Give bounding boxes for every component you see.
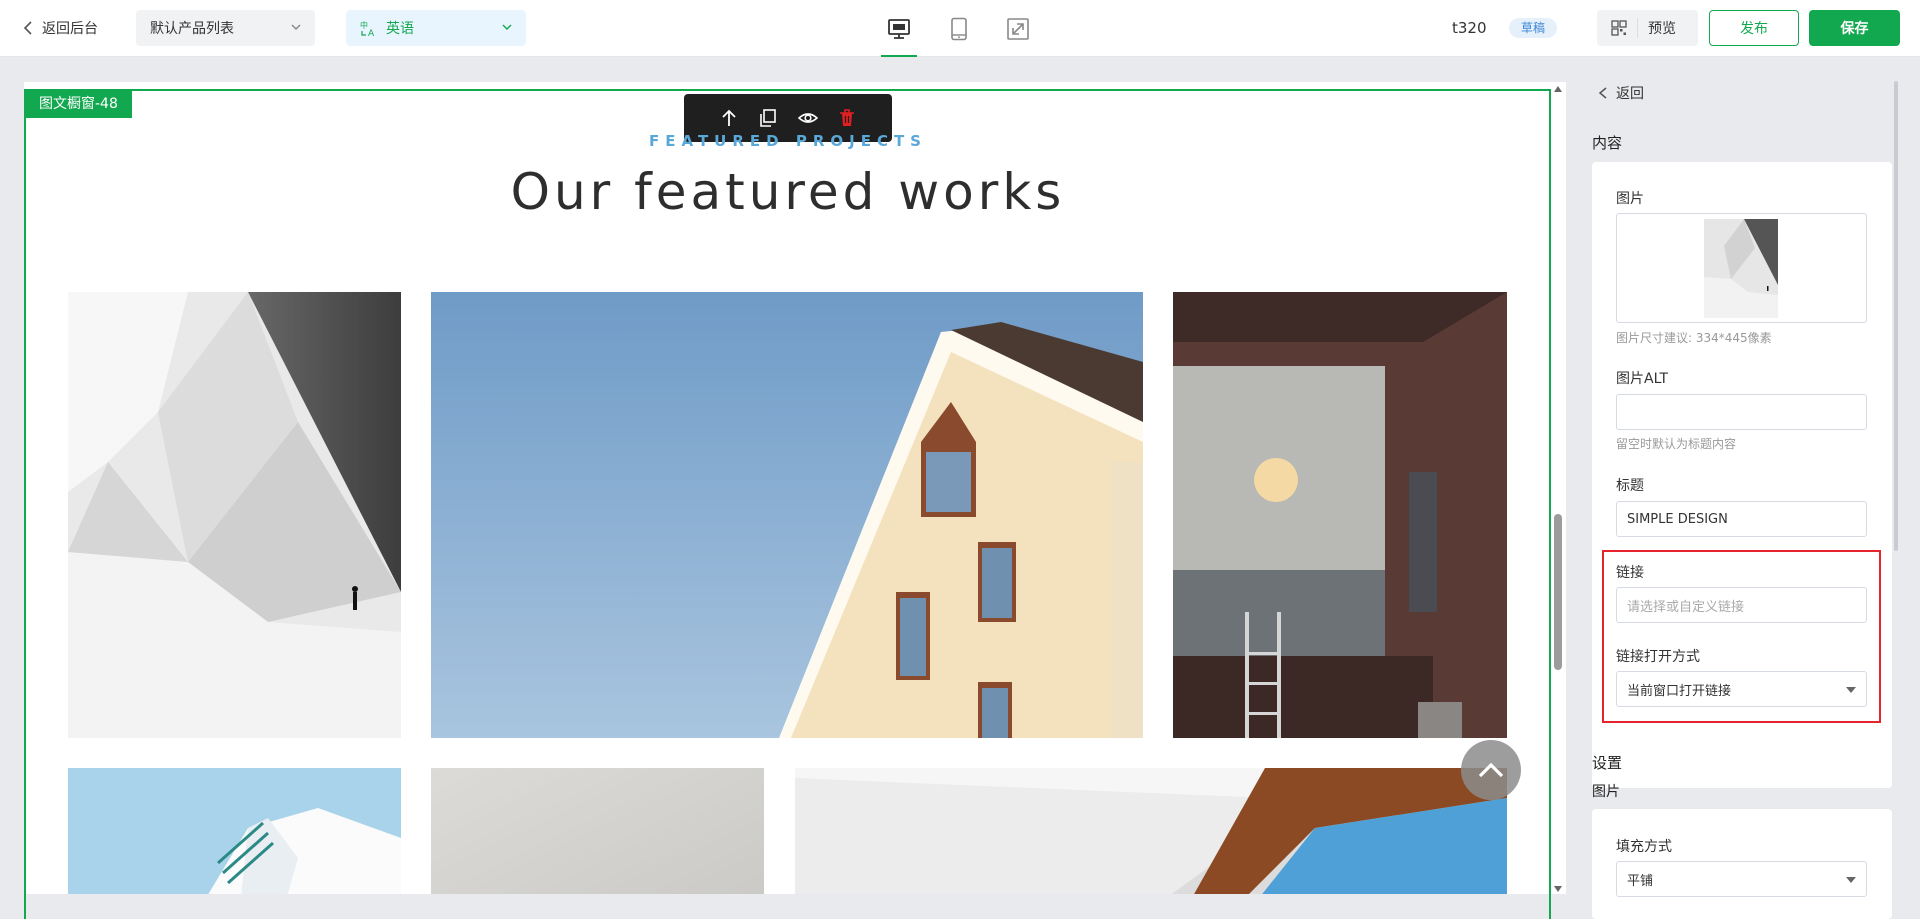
fullscreen-icon [1007,18,1029,40]
open-mode-select[interactable]: 当前窗口打开链接 [1616,671,1867,707]
back-to-admin-link[interactable]: 返回后台 [22,18,98,38]
desktop-icon [888,19,910,39]
fill-mode-field-label: 填充方式 [1616,839,1672,855]
preview-label: 预览 [1648,21,1676,37]
move-up-button[interactable] [717,106,741,130]
gallery-image-graphic [795,768,1507,894]
gallery-image-plain-wall[interactable] [431,768,764,894]
image-thumbnail-graphic [1704,219,1778,318]
qr-code-icon [1611,20,1627,36]
fill-mode-select[interactable]: 平铺 [1616,861,1867,897]
gallery-image-house[interactable] [431,292,1143,738]
desktop-view-button[interactable] [881,14,917,57]
section-eyebrow: FEATURED PROJECTS [649,132,927,150]
visibility-button[interactable] [796,106,820,130]
caret-down-icon [1846,687,1856,693]
panel-scrollbar[interactable] [1894,81,1898,551]
panel-back-link[interactable]: 返回 [1598,83,1644,103]
gallery-image-skylight-room[interactable] [795,768,1507,894]
trash-icon [839,109,854,126]
top-bar: 返回后台 默认产品列表 中 A 英语 t320 草稿 预览 发布 保存 [0,0,1920,57]
scroll-to-top-button[interactable] [1461,740,1521,800]
chevron-left-icon [23,21,32,35]
image-size-hint: 图片尺寸建议: 334*445像素 [1616,331,1772,345]
site-name: t320 [1452,19,1487,37]
gallery-image-graphic [431,768,764,894]
gallery-image-graphic [1173,292,1507,738]
alt-hint: 留空时默认为标题内容 [1616,437,1737,451]
gallery-image-white-building[interactable] [68,768,401,894]
chevron-down-icon [502,24,512,30]
link-input[interactable]: 请选择或自定义链接 [1616,587,1867,623]
properties-panel: 返回 内容 图片 图片尺寸建议: 334*445像素 图片ALT 留空时默认为标… [1580,57,1920,919]
copy-icon [760,109,777,127]
product-list-value: 默认产品列表 [150,21,234,37]
open-mode-value: 当前窗口打开链接 [1627,683,1732,699]
block-name-tag: 图文橱窗-48 [25,90,132,118]
save-button[interactable]: 保存 [1809,10,1900,46]
status-badge: 草稿 [1509,18,1558,38]
gallery-image-graphic [68,768,401,894]
gallery-image-graphic [431,292,1143,738]
title-field-label: 标题 [1616,478,1644,494]
language-select[interactable]: 中 A 英语 [346,10,526,46]
publish-button[interactable]: 发布 [1709,10,1799,46]
fullscreen-button[interactable] [1003,14,1033,44]
language-value: 英语 [386,21,414,37]
chevron-down-icon [291,24,301,30]
canvas-scrollbar[interactable] [1551,84,1565,894]
content-section-title: 内容 [1592,134,1623,152]
chevron-left-icon [1598,87,1607,99]
settings-image-subtitle: 图片 [1592,784,1620,800]
section-headline: Our featured works [510,163,1066,221]
image-thumbnail [1704,219,1778,318]
svg-text:A: A [368,29,375,37]
link-field-label: 链接 [1616,565,1644,581]
svg-text:中: 中 [360,20,368,30]
back-to-admin-label: 返回后台 [42,21,98,37]
fill-mode-value: 平铺 [1627,873,1654,889]
eye-icon [797,113,818,123]
settings-section-title: 设置 [1592,754,1623,772]
caret-down-icon [1846,877,1856,883]
open-mode-field-label: 链接打开方式 [1616,649,1700,665]
product-list-select[interactable]: 默认产品列表 [136,10,315,46]
gallery-image-geometric-interior[interactable] [68,292,401,738]
translate-icon: 中 A [360,20,375,37]
chevron-up-icon [1478,762,1504,778]
alt-field-label: 图片ALT [1616,371,1669,387]
preview-button[interactable]: 预览 [1597,10,1698,46]
scrollbar-thumb[interactable] [1554,514,1562,670]
tablet-view-button[interactable] [944,14,974,44]
scroll-up-arrow-icon[interactable] [1554,86,1562,92]
gallery-image-graphic [68,292,401,738]
divider [1637,18,1638,38]
image-alt-input[interactable] [1616,394,1867,430]
duplicate-button[interactable] [756,106,780,130]
panel-back-label: 返回 [1616,86,1644,102]
image-field-label: 图片 [1616,191,1644,207]
scroll-down-arrow-icon[interactable] [1554,886,1562,892]
image-upload-box[interactable] [1616,213,1867,323]
title-input[interactable]: SIMPLE DESIGN [1616,501,1867,537]
arrow-up-icon [722,109,736,126]
tablet-icon [951,17,967,41]
gallery-image-sea-window[interactable] [1173,292,1507,738]
delete-button[interactable] [835,106,859,130]
